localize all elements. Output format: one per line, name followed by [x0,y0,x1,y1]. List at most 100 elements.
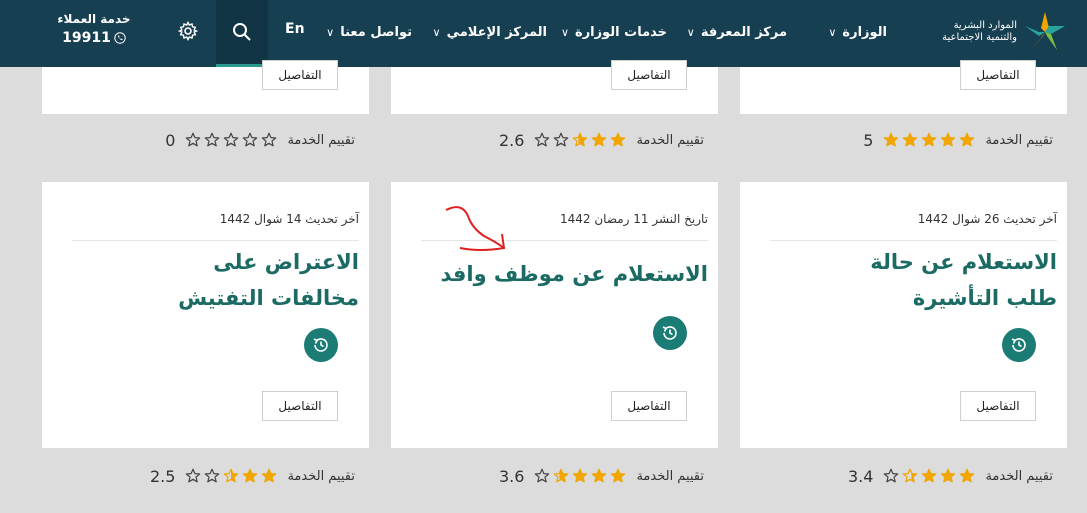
service-card-top: التفاصيل [42,60,369,114]
nav-label: الوزارة [842,24,887,40]
search-button[interactable] [216,0,268,67]
star-icon[interactable] [610,132,626,148]
rating-label: تقييم الخدمة [287,468,355,484]
ministry-logo[interactable]: الموارد البشرية والتنمية الاجتماعية [899,8,1069,58]
star-icon[interactable] [553,468,569,484]
logo-line-2: والتنمية الاجتماعية [942,32,1017,43]
card-date: آخر تحديث 14 شوال 1442 [219,212,359,226]
red-arrow-annotation-icon [445,206,506,251]
nav-label: تواصل معنا [340,24,412,40]
star-icon[interactable] [921,468,937,484]
nav-label: المركز الإعلامي [446,24,547,40]
details-button[interactable]: التفاصيل [611,391,687,421]
star-icon[interactable] [959,132,975,148]
chevron-down-icon: ∨ [560,25,570,39]
star-icon[interactable] [921,132,937,148]
customer-service[interactable]: خدمة العملاء 19911 [54,12,134,46]
rating-stars[interactable] [883,132,975,148]
star-icon[interactable] [204,468,220,484]
details-button[interactable]: التفاصيل [960,60,1036,90]
star-icon[interactable] [610,468,626,484]
search-icon [233,23,251,41]
star-icon[interactable] [591,468,607,484]
service-rating: تقييم الخدمة 3.4 [848,466,1053,486]
rating-value: 5 [863,130,874,150]
star-icon[interactable] [883,132,899,148]
star-icon[interactable] [572,132,588,148]
card-divider [72,240,359,241]
star-icon[interactable] [534,132,550,148]
service-rating: تقييم الخدمة 2.5 [150,466,355,486]
rating-stars[interactable] [534,468,626,484]
rating-stars[interactable] [534,132,626,148]
star-icon[interactable] [553,132,569,148]
rating-value: 3.6 [499,466,525,486]
card-title[interactable]: الاعتراض على مخالفات التفتيش [119,244,359,316]
rating-label: تقييم الخدمة [287,132,355,148]
history-button[interactable] [304,328,338,362]
nav-item-media-center[interactable]: المركز الإعلامي ∨ [433,22,547,42]
star-icon[interactable] [959,468,975,484]
details-button[interactable]: التفاصيل [611,60,687,90]
star-icon[interactable] [204,132,220,148]
history-button[interactable] [1002,328,1036,362]
rating-value: 3.4 [848,466,874,486]
logo-mark-icon [1025,12,1065,50]
history-icon [313,338,328,352]
card-title[interactable]: الاستعلام عن حالة طلب التأشيرة [817,244,1057,316]
rating-label: تقييم الخدمة [636,468,704,484]
gear-icon [178,21,198,41]
card-divider [770,240,1057,241]
nav-label: خدمات الوزارة [575,24,667,40]
star-icon[interactable] [591,132,607,148]
rating-value: 2.6 [499,130,525,150]
rating-stars[interactable] [185,468,277,484]
star-icon[interactable] [185,468,201,484]
language-switch[interactable]: En [285,21,305,37]
phone-icon [114,32,126,44]
history-icon [662,326,677,340]
details-button[interactable]: التفاصيل [960,391,1036,421]
card-date: تاريخ النشر 11 رمضان 1442 [559,212,708,226]
history-button[interactable] [653,316,687,350]
chevron-down-icon: ∨ [326,25,335,39]
nav-label: مركز المعرفة [700,24,787,40]
star-icon[interactable] [261,132,277,148]
rating-value: 2.5 [150,466,176,486]
rating-stars[interactable] [883,468,975,484]
star-icon[interactable] [940,468,956,484]
chevron-down-icon: ∨ [828,25,837,39]
star-icon[interactable] [261,468,277,484]
card-date: آخر تحديث 26 شوال 1442 [917,212,1057,226]
chevron-down-icon: ∨ [686,25,695,39]
service-card: آخر تحديث 14 شوال 1442 الاعتراض على مخال… [42,182,369,448]
star-icon[interactable] [902,132,918,148]
star-icon[interactable] [223,132,239,148]
settings-button[interactable] [176,19,200,43]
customer-service-number: 19911 [62,30,111,46]
star-icon[interactable] [242,132,258,148]
service-rating: تقييم الخدمة 2.6 [499,130,704,150]
star-icon[interactable] [902,468,918,484]
star-icon[interactable] [940,132,956,148]
nav-item-ministry-services[interactable]: خدمات الوزارة ∨ [561,22,667,42]
service-rating: تقييم الخدمة 5 [863,130,1053,150]
nav-item-knowledge-center[interactable]: مركز المعرفة ∨ [687,22,787,42]
star-icon[interactable] [223,468,239,484]
service-card-top: التفاصيل [391,60,718,114]
star-icon[interactable] [185,132,201,148]
star-icon[interactable] [883,468,899,484]
star-icon[interactable] [242,468,258,484]
rating-stars[interactable] [185,132,277,148]
service-rating: تقييم الخدمة 0 [165,130,355,150]
chevron-down-icon: ∨ [432,25,441,39]
nav-item-ministry[interactable]: الوزارة ∨ [828,22,887,42]
details-button[interactable]: التفاصيل [262,391,338,421]
star-icon[interactable] [572,468,588,484]
details-button[interactable]: التفاصيل [262,60,338,90]
star-icon[interactable] [534,468,550,484]
nav-item-contact-us[interactable]: تواصل معنا ∨ [326,22,412,42]
top-navigation-bar: الموارد البشرية والتنمية الاجتماعية الوز… [0,0,1087,67]
customer-service-title: خدمة العملاء [57,12,131,26]
rating-value: 0 [165,130,176,150]
